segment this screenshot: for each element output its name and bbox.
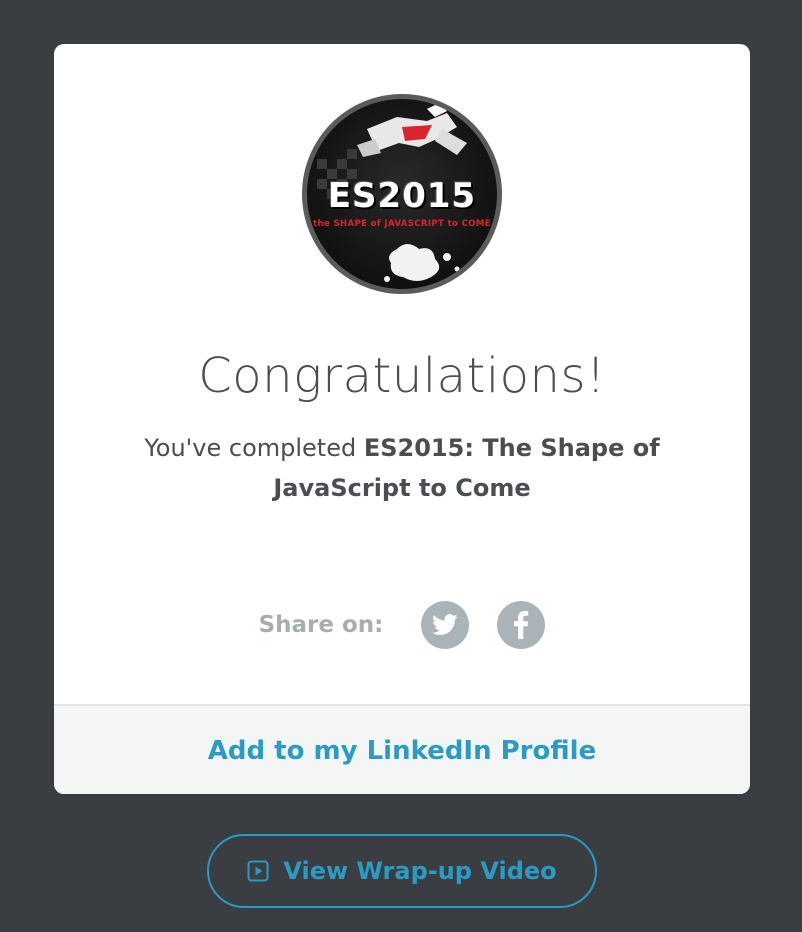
facebook-icon [514,611,529,639]
course-badge: ES2015 the SHAPE of JAVASCRIPT to COME [302,94,502,294]
badge-logo-text: ES2015 [327,176,477,216]
share-row: Share on: [54,599,750,651]
video-button-label: View Wrap-up Video [283,857,557,885]
completion-message: You've completed ES2015: The Shape of Ja… [144,428,660,508]
congratulations-title: Congratulations! [198,348,606,404]
badge-tagline: the SHAPE of JAVASCRIPT to COME [313,219,491,229]
badge-image: ES2015 the SHAPE of JAVASCRIPT to COME [307,99,497,289]
completion-card: ES2015 the SHAPE of JAVASCRIPT to COME C… [54,44,750,794]
twitter-icon [432,614,458,635]
facebook-share-button[interactable] [497,601,546,649]
card-footer: Add to my LinkedIn Profile [54,704,750,794]
view-wrap-up-video-button[interactable]: View Wrap-up Video [207,834,597,908]
completion-prefix: You've completed [144,434,364,462]
share-label: Share on: [258,612,384,638]
play-icon [247,860,269,882]
twitter-share-button[interactable] [421,601,470,649]
add-to-linkedin-link[interactable]: Add to my LinkedIn Profile [208,736,596,766]
